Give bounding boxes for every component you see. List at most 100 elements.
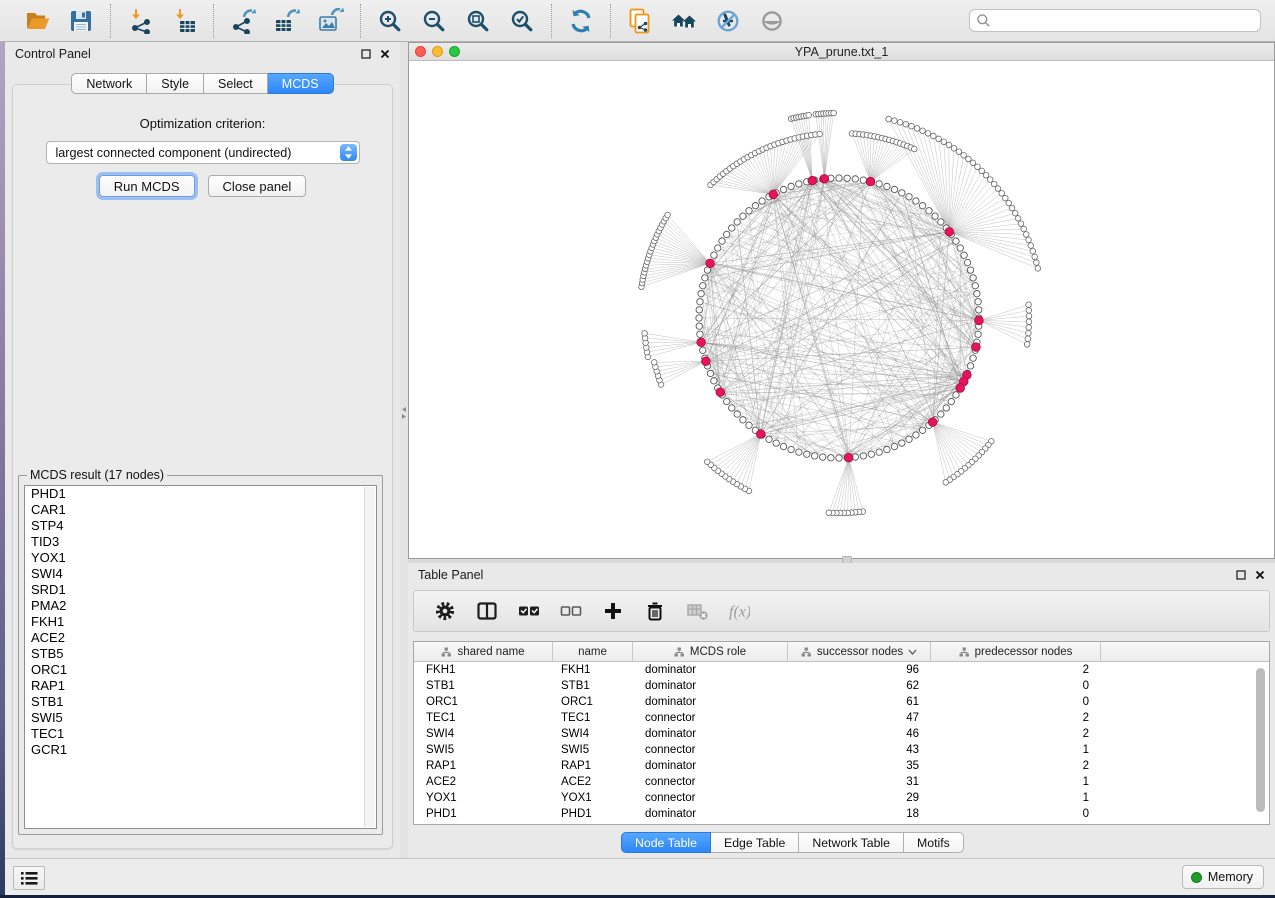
list-item[interactable]: SWI4 bbox=[25, 566, 376, 582]
list-item[interactable]: SWI5 bbox=[25, 710, 376, 726]
table-settings-button[interactable] bbox=[434, 600, 456, 622]
export-network-icon bbox=[230, 8, 256, 34]
zoom-selected-button[interactable] bbox=[503, 4, 541, 38]
network-graph[interactable] bbox=[409, 61, 1274, 558]
tab-select[interactable]: Select bbox=[204, 73, 268, 94]
hide-selected-button[interactable] bbox=[709, 4, 747, 38]
zoom-out-button[interactable] bbox=[415, 4, 453, 38]
vertical-splitter[interactable] bbox=[400, 42, 408, 858]
tab-network[interactable]: Network bbox=[71, 73, 147, 94]
list-item[interactable]: PMA2 bbox=[25, 598, 376, 614]
cell: STB1 bbox=[553, 678, 633, 694]
column-header-MCDS-role[interactable]: MCDS role bbox=[633, 642, 788, 661]
table-row[interactable]: ACE2ACE2connector311 bbox=[414, 774, 1269, 790]
deselect-all-button[interactable] bbox=[560, 600, 582, 622]
table-row[interactable]: YOX1YOX1connector291 bbox=[414, 790, 1269, 806]
export-table-button[interactable] bbox=[268, 4, 306, 38]
control-panel-titlebar: Control Panel bbox=[5, 42, 400, 66]
zoom-fit-button[interactable] bbox=[459, 4, 497, 38]
close-mcds-panel-button[interactable]: Close panel bbox=[208, 175, 307, 197]
open-file-icon bbox=[24, 8, 50, 34]
table-row[interactable]: PHD1PHD1dominator180 bbox=[414, 806, 1269, 822]
save-session-icon bbox=[68, 8, 94, 34]
list-item[interactable]: ORC1 bbox=[25, 662, 376, 678]
list-item[interactable]: TID3 bbox=[25, 534, 376, 550]
criterion-dropdown[interactable]: largest connected component (undirected) bbox=[46, 141, 360, 164]
tab-style[interactable]: Style bbox=[147, 73, 204, 94]
task-history-button[interactable] bbox=[13, 866, 45, 890]
list-item[interactable]: STB1 bbox=[25, 694, 376, 710]
import-network-button[interactable] bbox=[121, 4, 159, 38]
new-network-from-selection-button[interactable] bbox=[621, 4, 659, 38]
delete-column-button[interactable] bbox=[644, 600, 666, 622]
column-header-predecessor-nodes[interactable]: predecessor nodes bbox=[931, 642, 1101, 661]
tab-motifs[interactable]: Motifs bbox=[904, 832, 964, 853]
table-panel-titlebar: Table Panel bbox=[408, 563, 1275, 587]
cell: FKH1 bbox=[414, 662, 553, 678]
splitter-collapse-icon[interactable] bbox=[401, 406, 407, 425]
tab-mcds[interactable]: MCDS bbox=[268, 73, 334, 94]
table-row[interactable]: ORC1ORC1dominator610 bbox=[414, 694, 1269, 710]
list-item[interactable]: TEC1 bbox=[25, 726, 376, 742]
list-scrollbar[interactable] bbox=[364, 487, 375, 827]
table-row[interactable]: SWI5SWI5connector431 bbox=[414, 742, 1269, 758]
tab-node-table[interactable]: Node Table bbox=[621, 832, 711, 853]
show-all-icon bbox=[759, 8, 785, 34]
run-mcds-button[interactable]: Run MCDS bbox=[99, 175, 195, 197]
cell: RAP1 bbox=[414, 758, 553, 774]
table-row[interactable]: STB1STB1dominator620 bbox=[414, 678, 1269, 694]
toolbar-buttons bbox=[8, 4, 801, 38]
table-row[interactable]: RAP1RAP1dominator352 bbox=[414, 758, 1269, 774]
list-item[interactable]: RAP1 bbox=[25, 678, 376, 694]
control-panel-title: Control Panel bbox=[15, 47, 91, 61]
tab-network-table[interactable]: Network Table bbox=[799, 832, 904, 853]
column-header-name[interactable]: name bbox=[553, 642, 633, 661]
memory-label: Memory bbox=[1208, 870, 1253, 884]
refresh-network-button[interactable] bbox=[562, 4, 600, 38]
import-table-button[interactable] bbox=[165, 4, 203, 38]
table-row[interactable]: TEC1TEC1connector472 bbox=[414, 710, 1269, 726]
node-table[interactable]: shared namenameMCDS rolesuccessor nodesp… bbox=[413, 641, 1270, 825]
select-all-button[interactable] bbox=[518, 600, 540, 622]
float-table-panel-icon[interactable] bbox=[1236, 570, 1246, 580]
column-header-shared-name[interactable]: shared name bbox=[414, 642, 553, 661]
zoom-in-button[interactable] bbox=[371, 4, 409, 38]
mcds-result-list[interactable]: PHD1CAR1STP4TID3YOX1SWI4SRD1PMA2FKH1ACE2… bbox=[24, 485, 377, 829]
tab-edge-table[interactable]: Edge Table bbox=[711, 832, 799, 853]
add-column-button[interactable] bbox=[602, 600, 624, 622]
list-item[interactable]: SRD1 bbox=[25, 582, 376, 598]
table-header: shared namenameMCDS rolesuccessor nodesp… bbox=[414, 642, 1269, 662]
search-input[interactable] bbox=[995, 11, 1254, 30]
cell: YOX1 bbox=[553, 790, 633, 806]
close-table-panel-icon[interactable] bbox=[1255, 570, 1265, 580]
show-all-button[interactable] bbox=[753, 4, 791, 38]
list-item[interactable]: STB5 bbox=[25, 646, 376, 662]
list-item[interactable]: YOX1 bbox=[25, 550, 376, 566]
network-canvas[interactable] bbox=[409, 61, 1274, 558]
search-field[interactable] bbox=[969, 9, 1261, 32]
table-scrollbar[interactable] bbox=[1256, 668, 1265, 812]
column-header-successor-nodes[interactable]: successor nodes bbox=[788, 642, 931, 661]
float-panel-icon[interactable] bbox=[361, 49, 371, 59]
cell: 0 bbox=[931, 678, 1101, 694]
export-network-button[interactable] bbox=[224, 4, 262, 38]
save-session-button[interactable] bbox=[62, 4, 100, 38]
first-neighbors-button[interactable] bbox=[665, 4, 703, 38]
dropdown-stepper-icon bbox=[340, 144, 357, 161]
control-panel-tabs: NetworkStyleSelectMCDS bbox=[5, 73, 400, 94]
cell: connector bbox=[633, 710, 788, 726]
memory-button[interactable]: Memory bbox=[1182, 865, 1264, 889]
list-item[interactable]: FKH1 bbox=[25, 614, 376, 630]
export-image-button[interactable] bbox=[312, 4, 350, 38]
table-row[interactable]: FKH1FKH1dominator962 bbox=[414, 662, 1269, 678]
open-file-button[interactable] bbox=[18, 4, 56, 38]
cell: connector bbox=[633, 790, 788, 806]
close-panel-icon[interactable] bbox=[380, 49, 390, 59]
list-item[interactable]: STP4 bbox=[25, 518, 376, 534]
list-item[interactable]: PHD1 bbox=[25, 486, 376, 502]
table-row[interactable]: SWI4SWI4dominator462 bbox=[414, 726, 1269, 742]
list-item[interactable]: GCR1 bbox=[25, 742, 376, 758]
list-item[interactable]: ACE2 bbox=[25, 630, 376, 646]
list-item[interactable]: CAR1 bbox=[25, 502, 376, 518]
split-panel-button[interactable] bbox=[476, 600, 498, 622]
